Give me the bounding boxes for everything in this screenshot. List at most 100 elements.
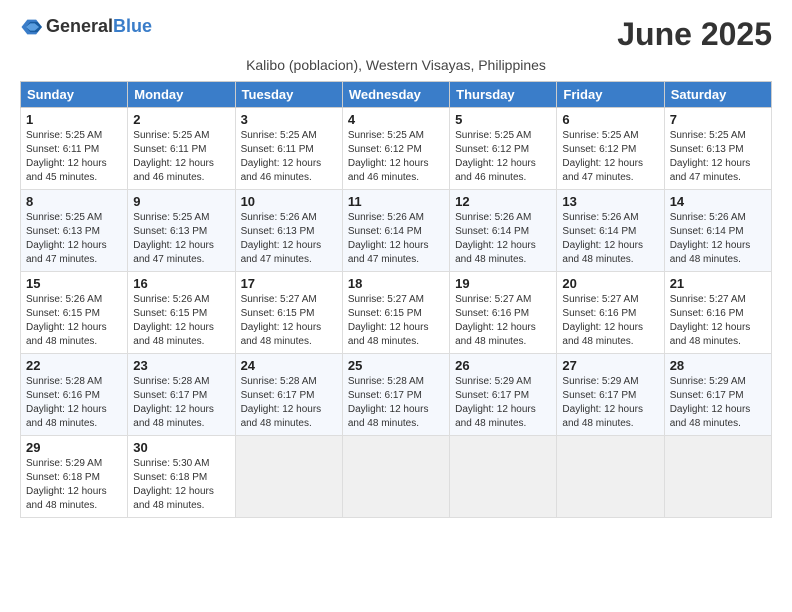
calendar-week-row: 1 Sunrise: 5:25 AMSunset: 6:11 PMDayligh… (21, 108, 772, 190)
day-number: 12 (455, 194, 551, 209)
day-number: 15 (26, 276, 122, 291)
table-row: 2 Sunrise: 5:25 AMSunset: 6:11 PMDayligh… (128, 108, 235, 190)
logo: GeneralBlue (20, 16, 152, 38)
calendar-week-row: 22 Sunrise: 5:28 AMSunset: 6:16 PMDaylig… (21, 354, 772, 436)
header-sunday: Sunday (21, 82, 128, 108)
day-detail: Sunrise: 5:29 AMSunset: 6:17 PMDaylight:… (455, 376, 536, 429)
day-detail: Sunrise: 5:29 AMSunset: 6:17 PMDaylight:… (562, 376, 643, 429)
day-number: 20 (562, 276, 658, 291)
calendar-table: Sunday Monday Tuesday Wednesday Thursday… (20, 81, 772, 518)
table-row: 14 Sunrise: 5:26 AMSunset: 6:14 PMDaylig… (664, 190, 771, 272)
table-row: 9 Sunrise: 5:25 AMSunset: 6:13 PMDayligh… (128, 190, 235, 272)
day-number: 21 (670, 276, 766, 291)
day-number: 27 (562, 358, 658, 373)
day-number: 14 (670, 194, 766, 209)
table-row: 23 Sunrise: 5:28 AMSunset: 6:17 PMDaylig… (128, 354, 235, 436)
day-number: 9 (133, 194, 229, 209)
table-row: 18 Sunrise: 5:27 AMSunset: 6:15 PMDaylig… (342, 272, 449, 354)
day-detail: Sunrise: 5:29 AMSunset: 6:18 PMDaylight:… (26, 458, 107, 511)
day-detail: Sunrise: 5:26 AMSunset: 6:14 PMDaylight:… (562, 212, 643, 265)
day-detail: Sunrise: 5:28 AMSunset: 6:17 PMDaylight:… (133, 376, 214, 429)
day-detail: Sunrise: 5:26 AMSunset: 6:13 PMDaylight:… (241, 212, 322, 265)
day-detail: Sunrise: 5:25 AMSunset: 6:12 PMDaylight:… (348, 130, 429, 183)
logo-icon (20, 16, 42, 38)
page: GeneralBlue June 2025 Kalibo (poblacion)… (0, 0, 792, 528)
table-row: 4 Sunrise: 5:25 AMSunset: 6:12 PMDayligh… (342, 108, 449, 190)
logo-blue: Blue (113, 16, 152, 36)
calendar-week-row: 29 Sunrise: 5:29 AMSunset: 6:18 PMDaylig… (21, 436, 772, 518)
day-detail: Sunrise: 5:27 AMSunset: 6:16 PMDaylight:… (562, 294, 643, 347)
table-row: 17 Sunrise: 5:27 AMSunset: 6:15 PMDaylig… (235, 272, 342, 354)
day-number: 1 (26, 112, 122, 127)
table-row: 28 Sunrise: 5:29 AMSunset: 6:17 PMDaylig… (664, 354, 771, 436)
day-number: 22 (26, 358, 122, 373)
day-detail: Sunrise: 5:26 AMSunset: 6:14 PMDaylight:… (348, 212, 429, 265)
day-detail: Sunrise: 5:27 AMSunset: 6:16 PMDaylight:… (670, 294, 751, 347)
day-number: 5 (455, 112, 551, 127)
day-detail: Sunrise: 5:26 AMSunset: 6:15 PMDaylight:… (26, 294, 107, 347)
day-number: 10 (241, 194, 337, 209)
table-row: 8 Sunrise: 5:25 AMSunset: 6:13 PMDayligh… (21, 190, 128, 272)
day-number: 28 (670, 358, 766, 373)
day-detail: Sunrise: 5:25 AMSunset: 6:12 PMDaylight:… (455, 130, 536, 183)
day-number: 4 (348, 112, 444, 127)
day-detail: Sunrise: 5:28 AMSunset: 6:16 PMDaylight:… (26, 376, 107, 429)
day-number: 23 (133, 358, 229, 373)
table-row (450, 436, 557, 518)
day-number: 6 (562, 112, 658, 127)
day-detail: Sunrise: 5:29 AMSunset: 6:17 PMDaylight:… (670, 376, 751, 429)
header: GeneralBlue June 2025 (20, 16, 772, 53)
table-row: 24 Sunrise: 5:28 AMSunset: 6:17 PMDaylig… (235, 354, 342, 436)
table-row: 11 Sunrise: 5:26 AMSunset: 6:14 PMDaylig… (342, 190, 449, 272)
day-number: 19 (455, 276, 551, 291)
day-detail: Sunrise: 5:30 AMSunset: 6:18 PMDaylight:… (133, 458, 214, 511)
day-number: 24 (241, 358, 337, 373)
table-row: 12 Sunrise: 5:26 AMSunset: 6:14 PMDaylig… (450, 190, 557, 272)
table-row: 26 Sunrise: 5:29 AMSunset: 6:17 PMDaylig… (450, 354, 557, 436)
day-number: 26 (455, 358, 551, 373)
day-detail: Sunrise: 5:27 AMSunset: 6:15 PMDaylight:… (348, 294, 429, 347)
day-detail: Sunrise: 5:25 AMSunset: 6:12 PMDaylight:… (562, 130, 643, 183)
table-row: 16 Sunrise: 5:26 AMSunset: 6:15 PMDaylig… (128, 272, 235, 354)
header-wednesday: Wednesday (342, 82, 449, 108)
day-detail: Sunrise: 5:28 AMSunset: 6:17 PMDaylight:… (241, 376, 322, 429)
table-row: 29 Sunrise: 5:29 AMSunset: 6:18 PMDaylig… (21, 436, 128, 518)
table-row (235, 436, 342, 518)
table-row: 3 Sunrise: 5:25 AMSunset: 6:11 PMDayligh… (235, 108, 342, 190)
day-number: 3 (241, 112, 337, 127)
calendar-week-row: 15 Sunrise: 5:26 AMSunset: 6:15 PMDaylig… (21, 272, 772, 354)
day-detail: Sunrise: 5:26 AMSunset: 6:14 PMDaylight:… (455, 212, 536, 265)
day-number: 17 (241, 276, 337, 291)
day-detail: Sunrise: 5:25 AMSunset: 6:11 PMDaylight:… (133, 130, 214, 183)
table-row: 1 Sunrise: 5:25 AMSunset: 6:11 PMDayligh… (21, 108, 128, 190)
day-number: 11 (348, 194, 444, 209)
table-row: 13 Sunrise: 5:26 AMSunset: 6:14 PMDaylig… (557, 190, 664, 272)
table-row: 19 Sunrise: 5:27 AMSunset: 6:16 PMDaylig… (450, 272, 557, 354)
table-row: 15 Sunrise: 5:26 AMSunset: 6:15 PMDaylig… (21, 272, 128, 354)
day-number: 8 (26, 194, 122, 209)
table-row: 10 Sunrise: 5:26 AMSunset: 6:13 PMDaylig… (235, 190, 342, 272)
table-row: 5 Sunrise: 5:25 AMSunset: 6:12 PMDayligh… (450, 108, 557, 190)
table-row: 7 Sunrise: 5:25 AMSunset: 6:13 PMDayligh… (664, 108, 771, 190)
day-detail: Sunrise: 5:25 AMSunset: 6:13 PMDaylight:… (26, 212, 107, 265)
table-row: 6 Sunrise: 5:25 AMSunset: 6:12 PMDayligh… (557, 108, 664, 190)
header-saturday: Saturday (664, 82, 771, 108)
day-number: 13 (562, 194, 658, 209)
day-number: 18 (348, 276, 444, 291)
day-number: 2 (133, 112, 229, 127)
table-row (557, 436, 664, 518)
day-detail: Sunrise: 5:25 AMSunset: 6:11 PMDaylight:… (26, 130, 107, 183)
day-detail: Sunrise: 5:28 AMSunset: 6:17 PMDaylight:… (348, 376, 429, 429)
logo-general: General (46, 16, 113, 36)
day-detail: Sunrise: 5:25 AMSunset: 6:13 PMDaylight:… (133, 212, 214, 265)
calendar-week-row: 8 Sunrise: 5:25 AMSunset: 6:13 PMDayligh… (21, 190, 772, 272)
day-number: 16 (133, 276, 229, 291)
day-number: 29 (26, 440, 122, 455)
table-row: 30 Sunrise: 5:30 AMSunset: 6:18 PMDaylig… (128, 436, 235, 518)
table-row (342, 436, 449, 518)
header-thursday: Thursday (450, 82, 557, 108)
day-number: 30 (133, 440, 229, 455)
table-row (664, 436, 771, 518)
header-tuesday: Tuesday (235, 82, 342, 108)
day-detail: Sunrise: 5:27 AMSunset: 6:15 PMDaylight:… (241, 294, 322, 347)
